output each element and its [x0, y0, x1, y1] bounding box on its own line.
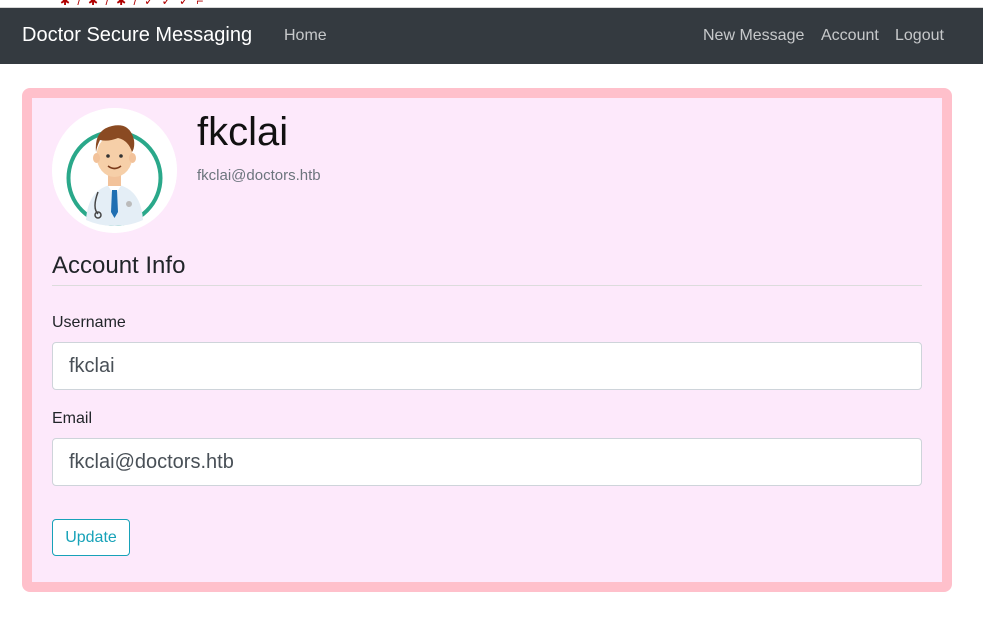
nav-logout-link[interactable]: Logout — [895, 27, 944, 45]
account-info-heading: Account Info — [52, 252, 186, 279]
email-label: Email — [52, 410, 93, 427]
username-input[interactable] — [52, 342, 922, 390]
email-input[interactable] — [52, 438, 922, 486]
nav-home-link[interactable]: Home — [284, 27, 327, 45]
browser-top-strip: ✱ / ✱ / ✱ / ✓ ✓ ✓ ⌐ — [0, 0, 983, 8]
username-label: Username — [52, 314, 126, 331]
nav-account-link[interactable]: Account — [821, 27, 879, 45]
doctor-avatar-svg — [52, 108, 177, 233]
navbar-brand[interactable]: Doctor Secure Messaging — [22, 24, 252, 47]
update-button[interactable]: Update — [52, 519, 130, 556]
profile-email: fkclai@doctors.htb — [197, 167, 321, 184]
section-divider — [52, 285, 922, 286]
account-card-body: fkclai fkclai@doctors.htb Account Info U… — [32, 98, 942, 582]
profile-username: fkclai — [197, 110, 289, 154]
top-strip-artifacts: ✱ / ✱ / ✱ / ✓ ✓ ✓ ⌐ — [60, 0, 206, 8]
nav-new-message-link[interactable]: New Message — [703, 27, 804, 45]
doctor-avatar-icon — [52, 108, 177, 233]
account-card: fkclai fkclai@doctors.htb Account Info U… — [22, 88, 952, 592]
navbar: Doctor Secure Messaging Home New Message… — [0, 8, 983, 64]
